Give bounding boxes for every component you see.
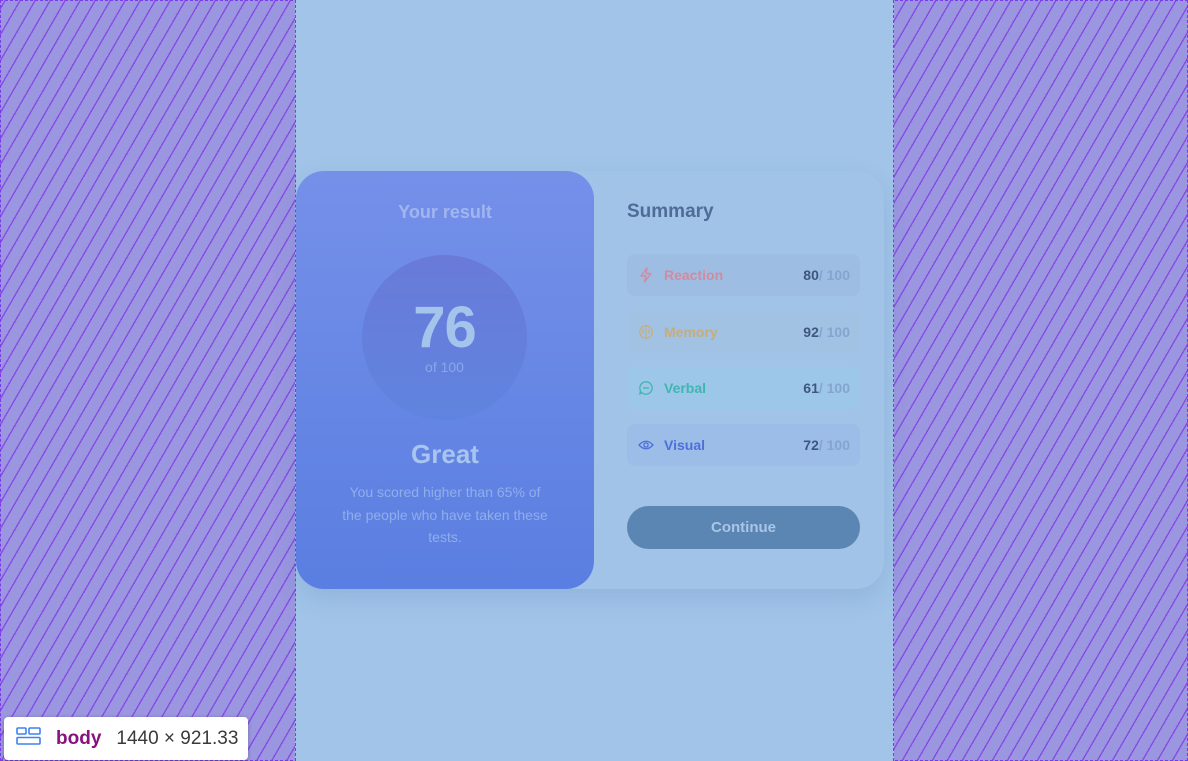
eye-icon	[638, 437, 654, 453]
summary-item-score: 92	[803, 324, 819, 340]
layout-grid-icon	[16, 726, 41, 751]
devtools-element-badge: body 1440 × 921.33	[4, 717, 248, 760]
summary-item-memory: Memory 92 / 100	[627, 311, 860, 353]
summary-item-score: 80	[803, 267, 819, 283]
lightning-icon	[638, 267, 654, 283]
chat-bubble-icon	[638, 380, 654, 396]
summary-title: Summary	[627, 201, 714, 222]
summary-item-visual: Visual 72 / 100	[627, 424, 860, 466]
summary-item-label: Visual	[664, 437, 705, 453]
score-of-label: of 100	[425, 359, 464, 375]
continue-button[interactable]: Continue	[627, 506, 860, 549]
summary-item-max: / 100	[818, 380, 850, 396]
summary-item-max: / 100	[818, 437, 850, 453]
summary-item-reaction: Reaction 80 / 100	[627, 254, 860, 296]
devtools-tag-name: body	[56, 727, 102, 749]
result-rating: Great	[411, 439, 479, 469]
brain-icon	[638, 324, 654, 340]
summary-item-label: Verbal	[664, 380, 707, 396]
summary-item-verbal: Verbal 61 / 100	[627, 367, 860, 409]
devtools-element-size: 1440 × 921.33	[116, 727, 239, 749]
score-value: 76	[413, 295, 477, 360]
result-title: Your result	[398, 202, 492, 222]
summary-item-score: 72	[803, 437, 819, 453]
summary-item-label: Memory	[664, 324, 718, 340]
summary-item-label: Reaction	[664, 267, 724, 283]
summary-item-max: / 100	[818, 267, 850, 283]
result-description: You scored higher than 65% of the people…	[342, 484, 548, 545]
summary-item-max: / 100	[818, 324, 850, 340]
summary-item-score: 61	[803, 380, 819, 396]
